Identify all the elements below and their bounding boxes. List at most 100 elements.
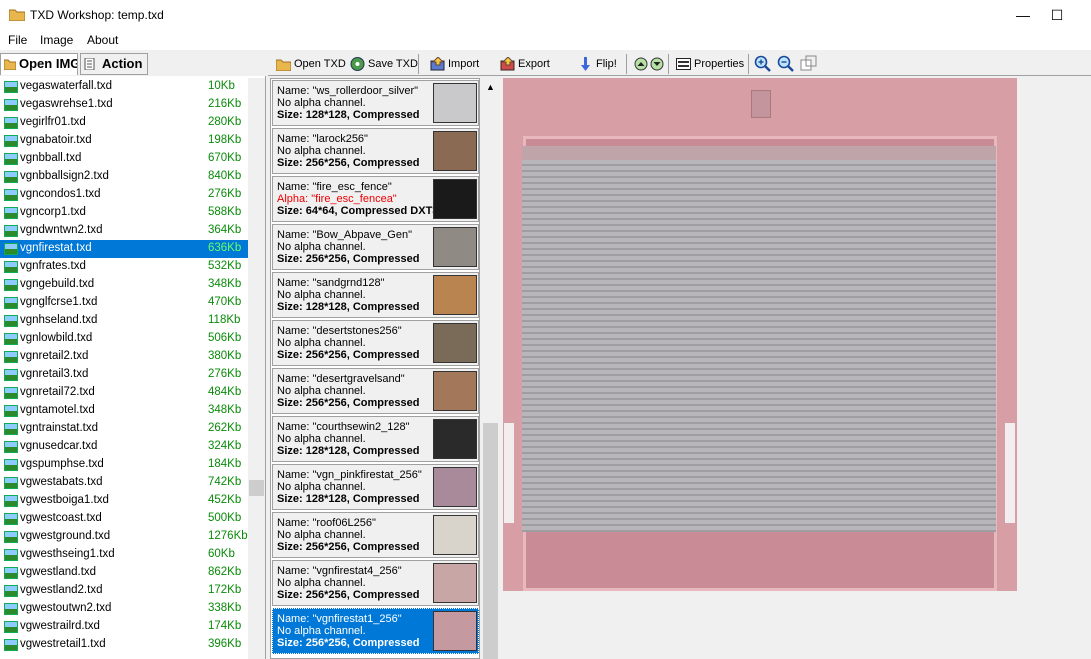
texture-thumbnail: [433, 275, 477, 315]
texture-name: Name: "vgnfirestat4_256": [277, 565, 402, 577]
texture-item[interactable]: Name: "courthsewin2_128" No alpha channel…: [272, 416, 479, 462]
folder-icon: [9, 9, 25, 21]
file-name: vgndwntwn2.txd: [20, 224, 103, 236]
file-list-item[interactable]: vgwestoutwn2.txd 338Kb: [0, 600, 248, 618]
texture-item[interactable]: Name: "desertgravelsand" No alpha channel…: [272, 368, 479, 414]
zoom-out-icon[interactable]: [777, 55, 794, 72]
file-list-item[interactable]: vgnretail72.txd 484Kb: [0, 384, 248, 402]
file-name: vgwestretail1.txd: [20, 638, 106, 650]
txd-file-icon: [4, 189, 18, 201]
scrollbar-thumb[interactable]: [249, 480, 264, 496]
file-list-scrollbar[interactable]: [248, 78, 265, 659]
texture-thumbnail: [433, 131, 477, 171]
file-size: 636Kb: [208, 242, 242, 254]
txd-file-icon: [4, 477, 18, 489]
tab-open-img[interactable]: Open IMG: [0, 53, 78, 75]
save-txd-label: Save TXD: [368, 58, 418, 70]
zoom-in-icon[interactable]: [754, 55, 771, 72]
file-list-item[interactable]: vgwestrailrd.txd 174Kb: [0, 618, 248, 636]
file-name: vgwestrailrd.txd: [20, 620, 100, 632]
texture-size: Size: 256*256, Compressed: [277, 589, 420, 601]
open-txd-button[interactable]: Open TXD: [274, 54, 346, 74]
file-list-item[interactable]: vgwestland2.txd 172Kb: [0, 582, 248, 600]
scrollbar-thumb[interactable]: [483, 423, 498, 659]
file-list-item[interactable]: vgnhseland.txd 118Kb: [0, 312, 248, 330]
texture-item[interactable]: Name: "desertstones256" No alpha channel.…: [272, 320, 479, 366]
img-file-panel: Open IMG Action vegaswaterfall.txd 10Kb ve…: [0, 52, 266, 659]
file-size: 174Kb: [208, 620, 242, 632]
fit-size-icon[interactable]: [800, 55, 817, 72]
file-list-item[interactable]: vegirlfr01.txd 280Kb: [0, 114, 248, 132]
file-size: 500Kb: [208, 512, 242, 524]
file-list-item[interactable]: vgnbballsign2.txd 840Kb: [0, 168, 248, 186]
texture-size: Size: 256*256, Compressed: [277, 637, 420, 649]
file-list-item[interactable]: vgwestground.txd 1276Kb: [0, 528, 248, 546]
texture-item[interactable]: Name: "roof06L256" No alpha channel. Size:…: [272, 512, 479, 558]
texture-item[interactable]: Name: "ws_rollerdoor_silver" No alpha cha…: [272, 80, 479, 126]
import-button[interactable]: Import: [428, 54, 479, 74]
scroll-up-arrow[interactable]: ▲: [486, 82, 495, 92]
file-list-item[interactable]: vgnretail3.txd 276Kb: [0, 366, 248, 384]
tab-action[interactable]: Action: [80, 53, 148, 75]
file-list-item[interactable]: vgnbball.txd 670Kb: [0, 150, 248, 168]
flip-button[interactable]: Flip!: [576, 54, 617, 74]
file-list-item[interactable]: vgnabatoir.txd 198Kb: [0, 132, 248, 150]
texture-item[interactable]: Name: "larock256" No alpha channel. Size: …: [272, 128, 479, 174]
file-size: 10Kb: [208, 80, 235, 92]
file-list-item[interactable]: vgntamotel.txd 348Kb: [0, 402, 248, 420]
file-list-item[interactable]: vgnusedcar.txd 324Kb: [0, 438, 248, 456]
file-list-item[interactable]: vgwestboiga1.txd 452Kb: [0, 492, 248, 510]
file-size: 862Kb: [208, 566, 242, 578]
texture-list-scrollbar[interactable]: ▲: [482, 78, 499, 659]
texture-thumbnail: [433, 227, 477, 267]
move-down-icon[interactable]: [650, 57, 664, 71]
file-list-item[interactable]: vegaswaterfall.txd 10Kb: [0, 78, 248, 96]
file-list-item[interactable]: vgwestcoast.txd 500Kb: [0, 510, 248, 528]
txd-file-icon: [4, 243, 18, 255]
texture-size: Size: 256*256, Compressed: [277, 397, 420, 409]
preview-roller-door: [522, 160, 996, 532]
file-list-item[interactable]: vgwestland.txd 862Kb: [0, 564, 248, 582]
menu-about[interactable]: About: [87, 33, 118, 47]
flip-label: Flip!: [596, 58, 617, 70]
txd-file-icon: [4, 495, 18, 507]
file-list-item[interactable]: vgnretail2.txd 380Kb: [0, 348, 248, 366]
file-list-item[interactable]: vgwesthseing1.txd 60Kb: [0, 546, 248, 564]
texture-item[interactable]: Name: "vgnfirestat4_256" No alpha channel…: [272, 560, 479, 606]
texture-item[interactable]: Name: "sandgrnd128" No alpha channel. Size…: [272, 272, 479, 318]
properties-button[interactable]: Properties: [674, 54, 744, 74]
texture-item[interactable]: Name: "vgnfirestat1_256" No alpha channel…: [272, 608, 479, 654]
export-button[interactable]: Export: [498, 54, 550, 74]
texture-item[interactable]: Name: "fire_esc_fence" Alpha: "fire_esc_f…: [272, 176, 479, 222]
menu-image[interactable]: Image: [40, 33, 73, 47]
file-list-item[interactable]: vgnfrates.txd 532Kb: [0, 258, 248, 276]
file-list-item[interactable]: vgnglfcrse1.txd 470Kb: [0, 294, 248, 312]
move-up-icon[interactable]: [634, 57, 648, 71]
file-list-item[interactable]: vgngebuild.txd 348Kb: [0, 276, 248, 294]
txd-file-icon: [4, 585, 18, 597]
texture-item[interactable]: Name: "vgn_pinkfirestat_256" No alpha cha…: [272, 464, 479, 510]
menu-file[interactable]: File: [8, 33, 27, 47]
file-list-item[interactable]: vegaswrehse1.txd 216Kb: [0, 96, 248, 114]
file-list-item[interactable]: vgwestabats.txd 742Kb: [0, 474, 248, 492]
file-list-item[interactable]: vgncorp1.txd 588Kb: [0, 204, 248, 222]
file-name: vgwestboiga1.txd: [20, 494, 109, 506]
file-size: 470Kb: [208, 296, 242, 308]
file-list-item[interactable]: vgndwntwn2.txd 364Kb: [0, 222, 248, 240]
file-list-item[interactable]: vgnlowbild.txd 506Kb: [0, 330, 248, 348]
texture-item[interactable]: Name: "Bow_Abpave_Gen" No alpha channel. S…: [272, 224, 479, 270]
maximize-button[interactable]: ☐: [1034, 0, 1080, 30]
file-size: 396Kb: [208, 638, 242, 650]
texture-thumbnail: [433, 611, 477, 651]
save-txd-button[interactable]: Save TXD: [348, 54, 418, 74]
file-list-item[interactable]: vgwestretail1.txd 396Kb: [0, 636, 248, 654]
file-list-item[interactable]: vgncondos1.txd 276Kb: [0, 186, 248, 204]
file-list-item[interactable]: vgspumphse.txd 184Kb: [0, 456, 248, 474]
txd-file-icon: [4, 315, 18, 327]
file-list-item[interactable]: vgntrainstat.txd 262Kb: [0, 420, 248, 438]
import-icon: [430, 57, 445, 71]
import-label: Import: [448, 58, 480, 70]
texture-alpha: No alpha channel.: [277, 241, 366, 253]
file-list-item[interactable]: vgnfirestat.txd 636Kb: [0, 240, 248, 258]
file-size: 670Kb: [208, 152, 242, 164]
